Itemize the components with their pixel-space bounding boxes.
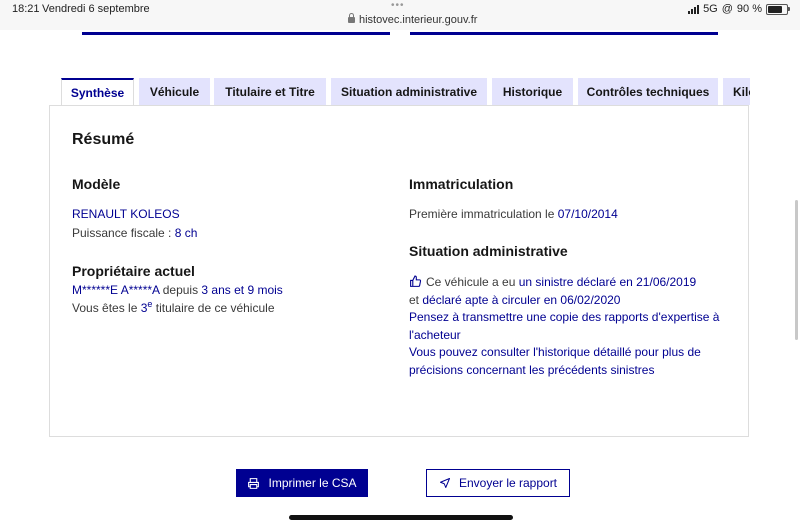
send-report-button[interactable]: Envoyer le rapport: [426, 469, 570, 497]
admin-line-2: et déclaré apte à circuler en 06/02/2020: [409, 292, 739, 310]
expertise-advice-line-1: Pensez à transmettre une copie des rappo…: [409, 310, 720, 324]
owner-line: M******E A*****A depuis 3 ans et 9 mois: [72, 283, 283, 297]
admin-line-2-text: et: [409, 292, 423, 307]
tab-kilometrage[interactable]: Kilo: [723, 78, 750, 105]
top-accent-bar-left: [82, 32, 390, 35]
fiscal-power-value: 8 ch: [174, 226, 198, 240]
owner-name: M******E A*****A: [72, 283, 160, 297]
location-icon: @: [721, 3, 733, 15]
home-indicator[interactable]: [289, 515, 513, 520]
send-icon: [439, 478, 450, 488]
model-heading: Modèle: [72, 176, 121, 192]
printer-icon: [248, 477, 260, 489]
admin-line-1: Ce véhicule a eu un sinistre déclaré en …: [409, 274, 739, 292]
status-right: 5G @ 90 %: [688, 3, 790, 15]
summary-title: Résumé: [72, 131, 135, 148]
tab-synthese[interactable]: Synthèse: [61, 78, 134, 105]
roadworthy-declared: déclaré apte à circuler en 06/02/2020: [422, 292, 621, 307]
battery-fill: [768, 5, 782, 13]
network-type: 5G: [703, 3, 718, 15]
tab-situation-administrative[interactable]: Situation administrative: [331, 78, 487, 105]
battery-icon: [766, 3, 790, 15]
fiscal-power-label: Puissance fiscale :: [72, 226, 175, 240]
tab-vehicule[interactable]: Véhicule: [139, 78, 210, 105]
tab-controles-techniques[interactable]: Contrôles techniques: [578, 78, 718, 105]
top-accent-bar-right: [410, 32, 718, 35]
send-report-label: Envoyer le rapport: [458, 476, 558, 490]
tab-titulaire-titre[interactable]: Titulaire et Titre: [214, 78, 326, 105]
status-bar: 18:21 Vendredi 6 septembre ••• histovec.…: [0, 0, 800, 30]
admin-situation-heading: Situation administrative: [409, 243, 568, 259]
address-bar[interactable]: histovec.interieur.gouv.fr: [348, 13, 478, 26]
owner-rank: Vous êtes le 3e titulaire de ce véhicule: [72, 299, 275, 315]
print-csa-label: Imprimer le CSA: [268, 476, 357, 490]
owner-since-value: 3 ans et 9 mois: [201, 283, 283, 297]
expertise-advice-line-2: l'acheteur: [409, 327, 461, 342]
claim-declared: un sinistre déclaré en 21/06/2019: [518, 275, 697, 289]
owner-since-label: depuis: [159, 283, 202, 297]
first-registration-date: 07/10/2014: [557, 207, 618, 221]
admin-situation-body: Ce véhicule a eu un sinistre déclaré en …: [409, 274, 739, 379]
url-text: histovec.interieur.gouv.fr: [359, 14, 478, 26]
scrollbar[interactable]: [795, 200, 798, 340]
history-advice-line-2: précisions concernant les précédents sin…: [409, 362, 655, 377]
registration-heading: Immatriculation: [409, 176, 514, 192]
model-name: RENAULT KOLEOS: [72, 207, 180, 221]
signal-icon: [688, 4, 700, 14]
battery-percent: 90 %: [736, 3, 762, 15]
history-advice-line-1: Vous pouvez consulter l'historique détai…: [409, 345, 701, 359]
owner-heading: Propriétaire actuel: [72, 263, 195, 279]
first-registration-label: Première immatriculation le: [409, 207, 558, 221]
thumbs-up-icon: [410, 275, 422, 287]
status-time: 18:21: [12, 3, 40, 15]
owner-rank-prefix: Vous êtes le: [72, 301, 141, 315]
multitasking-dots-icon[interactable]: •••: [391, 0, 405, 11]
owner-rank-suffix: titulaire de ce véhicule: [152, 301, 275, 315]
first-registration: Première immatriculation le 07/10/2014: [409, 207, 618, 221]
fiscal-power: Puissance fiscale : 8 ch: [72, 226, 197, 240]
admin-line-1-text: Ce véhicule a eu: [426, 275, 519, 289]
lock-icon: [348, 13, 355, 23]
tab-historique[interactable]: Historique: [492, 78, 573, 105]
tab-list: Synthèse Véhicule Titulaire et Titre Sit…: [60, 78, 750, 105]
status-date: Vendredi 6 septembre: [42, 3, 150, 15]
print-csa-button[interactable]: Imprimer le CSA: [236, 469, 368, 497]
